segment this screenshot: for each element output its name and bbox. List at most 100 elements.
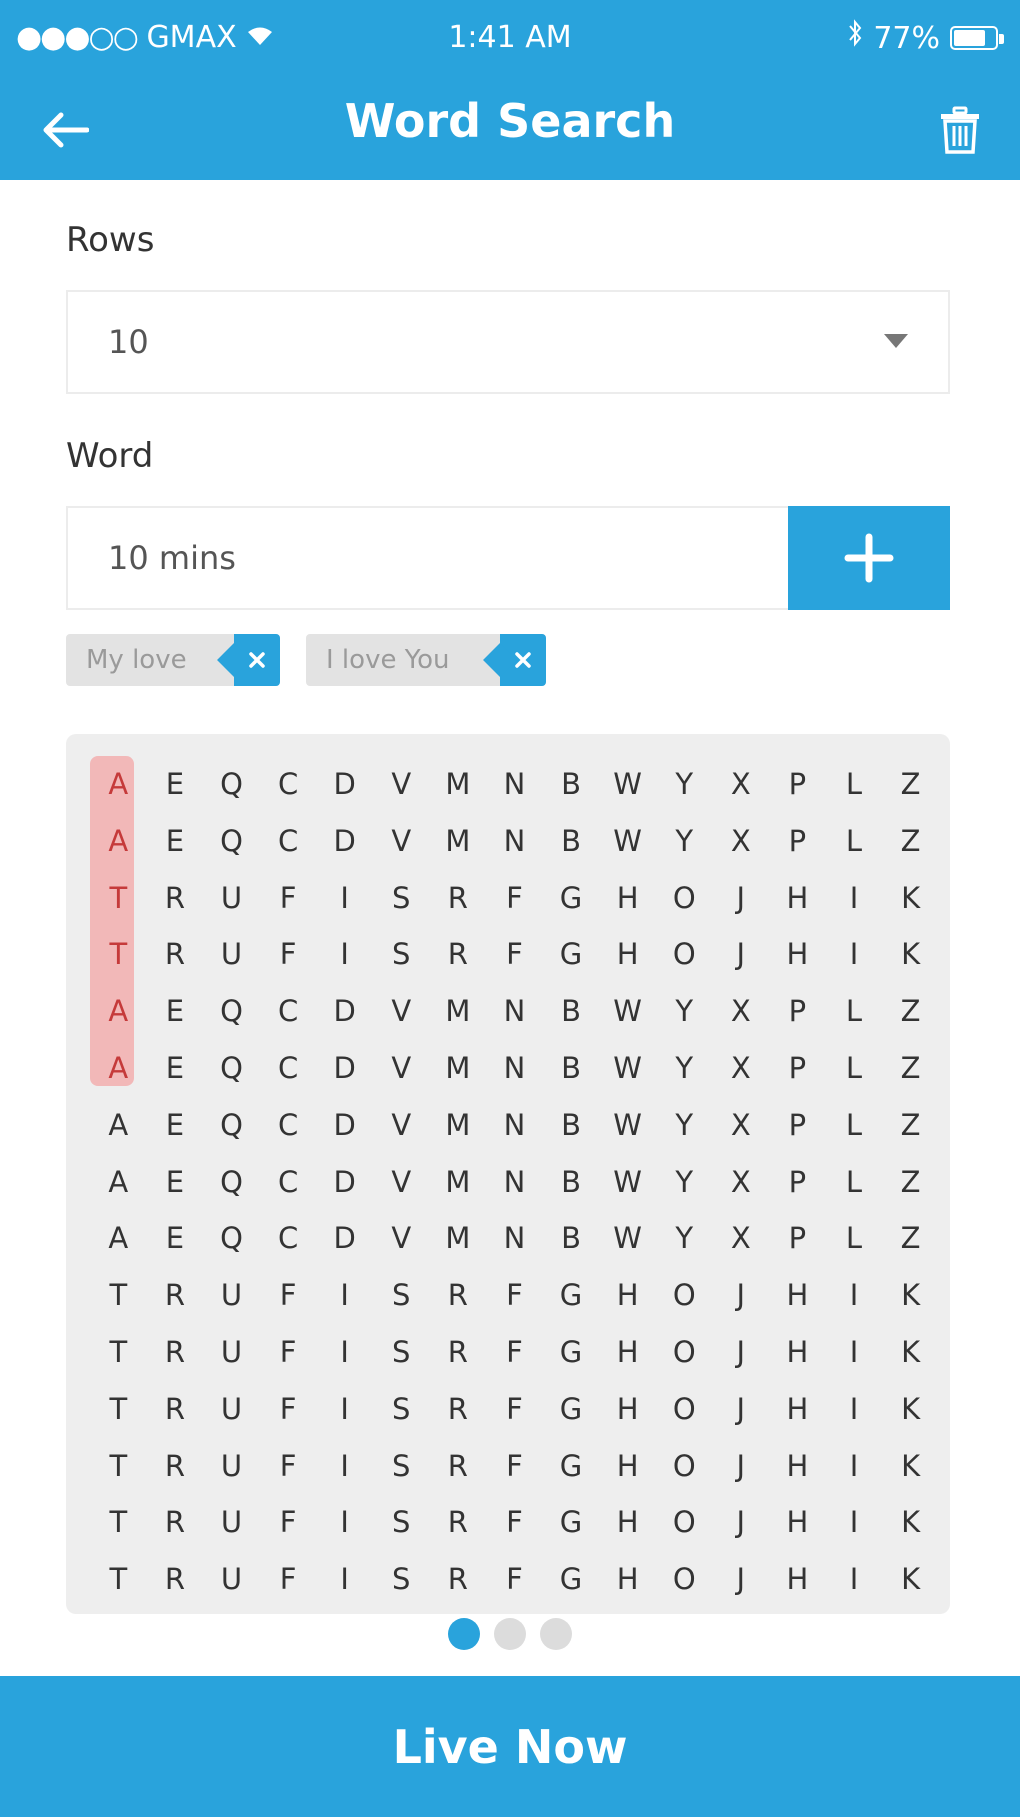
grid-cell[interactable]: J	[713, 1494, 770, 1551]
grid-cell[interactable]: R	[147, 1438, 204, 1495]
grid-cell[interactable]: M	[430, 756, 487, 813]
grid-cell[interactable]: K	[882, 1494, 939, 1551]
grid-cell[interactable]: Y	[656, 1154, 713, 1211]
grid-cell[interactable]: X	[713, 983, 770, 1040]
grid-cell[interactable]: D	[316, 1210, 373, 1267]
grid-cell[interactable]: C	[260, 1154, 317, 1211]
grid-cell[interactable]: H	[769, 870, 826, 927]
grid-cell[interactable]: V	[373, 1040, 430, 1097]
grid-cell[interactable]: G	[543, 1381, 600, 1438]
grid-cell[interactable]: Z	[882, 1210, 939, 1267]
grid-cell[interactable]: K	[882, 870, 939, 927]
grid-cell[interactable]: F	[486, 926, 543, 983]
grid-cell[interactable]: U	[203, 1494, 260, 1551]
grid-cell[interactable]: U	[203, 1324, 260, 1381]
grid-cell[interactable]: N	[486, 813, 543, 870]
grid-cell[interactable]: S	[373, 1551, 430, 1608]
pager-dot[interactable]	[448, 1618, 480, 1650]
grid-cell[interactable]: I	[826, 1267, 883, 1324]
grid-cell[interactable]: L	[826, 1154, 883, 1211]
grid-cell[interactable]: H	[599, 1381, 656, 1438]
grid-cell[interactable]: F	[486, 870, 543, 927]
grid-cell[interactable]: C	[260, 1097, 317, 1154]
grid-cell[interactable]: F	[260, 1438, 317, 1495]
grid-cell[interactable]: R	[430, 1381, 487, 1438]
grid-cell[interactable]: M	[430, 1040, 487, 1097]
grid-cell[interactable]: F	[260, 1494, 317, 1551]
grid-cell[interactable]: T	[90, 1494, 147, 1551]
grid-cell[interactable]: T	[90, 1267, 147, 1324]
grid-cell[interactable]: R	[147, 1267, 204, 1324]
grid-cell[interactable]: S	[373, 1324, 430, 1381]
grid-cell[interactable]: U	[203, 1551, 260, 1608]
grid-cell[interactable]: X	[713, 813, 770, 870]
grid-cell[interactable]: I	[316, 1494, 373, 1551]
grid-cell[interactable]: E	[147, 1040, 204, 1097]
grid-cell[interactable]: M	[430, 1154, 487, 1211]
grid-cell[interactable]: P	[769, 1210, 826, 1267]
grid-cell[interactable]: X	[713, 1210, 770, 1267]
grid-cell[interactable]: A	[90, 1040, 147, 1097]
grid-cell[interactable]: I	[316, 1324, 373, 1381]
grid-cell[interactable]: E	[147, 813, 204, 870]
chip-remove-button[interactable]	[500, 634, 546, 686]
grid-cell[interactable]: K	[882, 1438, 939, 1495]
grid-cell[interactable]: C	[260, 1040, 317, 1097]
grid-cell[interactable]: A	[90, 813, 147, 870]
grid-cell[interactable]: G	[543, 870, 600, 927]
grid-cell[interactable]: R	[430, 870, 487, 927]
grid-cell[interactable]: X	[713, 1040, 770, 1097]
grid-cell[interactable]: J	[713, 1438, 770, 1495]
grid-cell[interactable]: F	[486, 1438, 543, 1495]
grid-cell[interactable]: J	[713, 1267, 770, 1324]
grid-cell[interactable]: P	[769, 756, 826, 813]
grid-cell[interactable]: Z	[882, 1097, 939, 1154]
grid-cell[interactable]: P	[769, 1097, 826, 1154]
grid-cell[interactable]: J	[713, 1324, 770, 1381]
grid-cell[interactable]: L	[826, 1210, 883, 1267]
grid-cell[interactable]: E	[147, 1097, 204, 1154]
grid-cell[interactable]: Y	[656, 1097, 713, 1154]
grid-cell[interactable]: L	[826, 756, 883, 813]
grid-cell[interactable]: B	[543, 1154, 600, 1211]
grid-cell[interactable]: H	[599, 1494, 656, 1551]
grid-cell[interactable]: D	[316, 1040, 373, 1097]
grid-cell[interactable]: F	[260, 926, 317, 983]
grid-cell[interactable]: J	[713, 1551, 770, 1608]
grid-cell[interactable]: R	[147, 870, 204, 927]
grid-cell[interactable]: V	[373, 1154, 430, 1211]
grid-cell[interactable]: S	[373, 1267, 430, 1324]
grid-cell[interactable]: A	[90, 1210, 147, 1267]
grid-cell[interactable]: B	[543, 983, 600, 1040]
grid-cell[interactable]: F	[260, 1267, 317, 1324]
grid-cell[interactable]: V	[373, 756, 430, 813]
grid-cell[interactable]: K	[882, 1551, 939, 1608]
grid-cell[interactable]: O	[656, 1551, 713, 1608]
grid-cell[interactable]: O	[656, 1438, 713, 1495]
grid-cell[interactable]: G	[543, 1438, 600, 1495]
grid-cell[interactable]: S	[373, 1438, 430, 1495]
grid-cell[interactable]: F	[260, 1551, 317, 1608]
grid-cell[interactable]: F	[486, 1267, 543, 1324]
grid-cell[interactable]: U	[203, 870, 260, 927]
grid-cell[interactable]: O	[656, 1494, 713, 1551]
grid-cell[interactable]: R	[147, 926, 204, 983]
grid-cell[interactable]: L	[826, 1097, 883, 1154]
grid-cell[interactable]: F	[486, 1324, 543, 1381]
grid-cell[interactable]: W	[599, 983, 656, 1040]
grid-cell[interactable]: Z	[882, 1154, 939, 1211]
grid-cell[interactable]: U	[203, 1438, 260, 1495]
grid-cell[interactable]: F	[486, 1551, 543, 1608]
grid-cell[interactable]: B	[543, 756, 600, 813]
grid-cell[interactable]: H	[599, 1267, 656, 1324]
grid-cell[interactable]: X	[713, 756, 770, 813]
grid-cell[interactable]: T	[90, 926, 147, 983]
grid-cell[interactable]: M	[430, 1210, 487, 1267]
letter-grid[interactable]: AEQCDVMNBWYXPLZAEQCDVMNBWYXPLZTRUFISRFGH…	[66, 734, 950, 1614]
grid-cell[interactable]: R	[430, 1267, 487, 1324]
grid-cell[interactable]: S	[373, 1381, 430, 1438]
grid-cell[interactable]: I	[826, 926, 883, 983]
grid-cell[interactable]: G	[543, 1494, 600, 1551]
grid-cell[interactable]: O	[656, 870, 713, 927]
grid-cell[interactable]: T	[90, 1551, 147, 1608]
